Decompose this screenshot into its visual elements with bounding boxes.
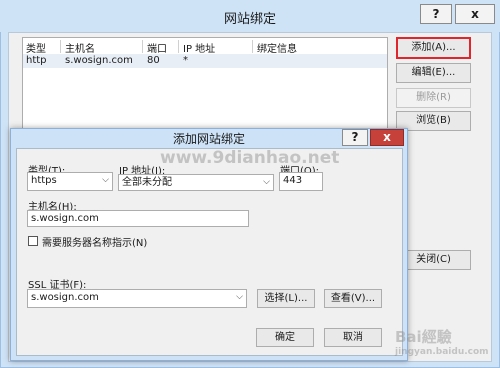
chevron-down-icon: ⌵ <box>236 292 243 302</box>
host-field[interactable]: s.wosign.com <box>27 210 249 227</box>
ip-select-value: 全部未分配 <box>122 177 172 188</box>
chevron-down-icon: ⌵ <box>263 177 270 187</box>
chevron-down-icon: ⌵ <box>102 175 109 185</box>
ssl-select[interactable]: s.wosign.com ⌵ <box>27 289 247 308</box>
sni-checkbox[interactable] <box>28 236 38 246</box>
row-type: http <box>26 55 47 66</box>
select-cert-button[interactable]: 选择(L)... <box>257 289 315 308</box>
type-select[interactable]: https ⌵ <box>27 172 113 191</box>
ok-button[interactable]: 确定 <box>256 328 314 347</box>
column-divider <box>142 40 143 53</box>
edit-button[interactable]: 编辑(E)... <box>396 63 471 83</box>
column-divider <box>178 40 179 53</box>
sni-label[interactable]: 需要服务器名称指示(N) <box>42 234 147 249</box>
help-button[interactable]: ? <box>420 4 452 24</box>
watermark-url: www.9dianhao.net <box>160 148 340 168</box>
column-header-type[interactable]: 类型 <box>26 40 46 55</box>
view-cert-button[interactable]: 查看(V)... <box>324 289 382 308</box>
cancel-button[interactable]: 取消 <box>324 328 382 347</box>
column-header-host[interactable]: 主机名 <box>65 40 95 55</box>
row-host: s.wosign.com <box>65 55 133 66</box>
help-button[interactable]: ? <box>342 129 368 146</box>
type-select-value: https <box>31 175 57 186</box>
row-ip: * <box>183 55 188 66</box>
remove-button[interactable]: 删除(R) <box>396 88 471 108</box>
column-divider <box>60 40 61 53</box>
ip-select[interactable]: 全部未分配 ⌵ <box>118 174 274 191</box>
add-button[interactable]: 添加(A)... <box>396 37 471 59</box>
column-header-port[interactable]: 端口 <box>147 40 167 55</box>
watermark-domain: jingyan.baidu.com <box>395 347 489 357</box>
column-header-ip[interactable]: IP 地址 <box>183 40 215 55</box>
ssl-select-value: s.wosign.com <box>31 292 99 303</box>
close-icon[interactable]: x <box>370 129 404 146</box>
close-icon[interactable]: x <box>455 4 495 24</box>
column-header-binding-info[interactable]: 绑定信息 <box>257 40 297 55</box>
watermark-site: Bai經驗 <box>395 328 452 346</box>
port-field[interactable]: 443 <box>279 172 323 191</box>
row-port: 80 <box>147 55 160 66</box>
column-divider <box>252 40 253 53</box>
